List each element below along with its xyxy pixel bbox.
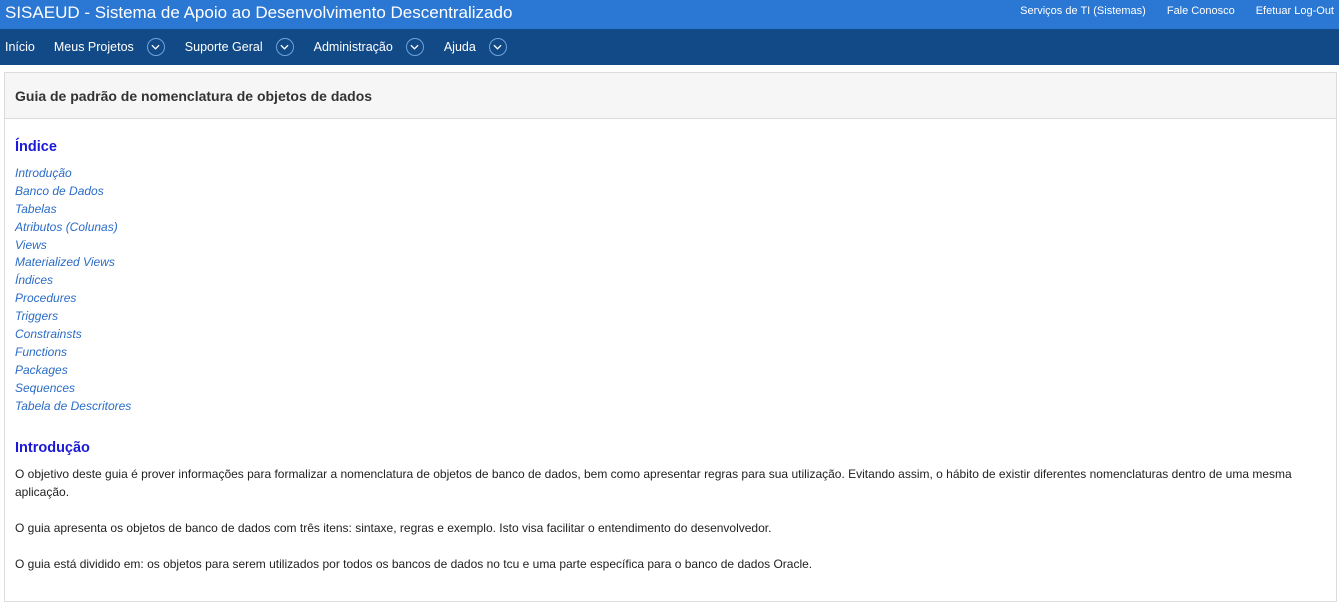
index-link-views[interactable]: Views [15, 238, 47, 252]
intro-paragraph: O guia está dividido em: os objetos para… [15, 557, 813, 572]
list-item: Tabela de Descritores [15, 398, 1336, 416]
index-list: Introdução Banco de Dados Tabelas Atribu… [15, 165, 1336, 415]
list-item: Banco de Dados [15, 183, 1336, 201]
nav-administracao[interactable]: Administração [314, 38, 424, 56]
link-fale-conosco[interactable]: Fale Conosco [1167, 5, 1235, 17]
list-item: Views [15, 237, 1336, 255]
nav-ajuda[interactable]: Ajuda [444, 38, 507, 56]
index-link-materialized-views[interactable]: Materialized Views [15, 255, 115, 269]
index-link-introducao[interactable]: Introdução [15, 166, 72, 180]
index-link-tabelas[interactable]: Tabelas [15, 202, 57, 216]
list-item: Materialized Views [15, 254, 1336, 272]
index-link-procedures[interactable]: Procedures [15, 291, 76, 305]
index-link-atributos[interactable]: Atributos (Colunas) [15, 220, 118, 234]
top-links: Serviços de TI (Sistemas) Fale Conosco E… [999, 5, 1334, 17]
intro-heading: Introdução [15, 440, 90, 457]
index-link-packages[interactable]: Packages [15, 363, 68, 377]
list-item: Packages [15, 362, 1336, 380]
list-item: Constrainsts [15, 326, 1336, 344]
chevron-down-icon[interactable] [275, 38, 294, 56]
index-link-banco-de-dados[interactable]: Banco de Dados [15, 184, 104, 198]
intro-paragraph: O objetivo deste guia é prover informaçõ… [15, 467, 1292, 500]
chevron-down-icon[interactable] [146, 38, 165, 56]
index-link-sequences[interactable]: Sequences [15, 381, 75, 395]
nav-label: Suporte Geral [184, 40, 263, 54]
index-link-triggers[interactable]: Triggers [15, 309, 58, 323]
intro-paragraph: O guia apresenta os objetos de banco de … [15, 521, 772, 536]
nav-inicio[interactable]: Início [5, 40, 35, 54]
nav-meus-projetos[interactable]: Meus Projetos [54, 38, 165, 56]
nav-suporte-geral[interactable]: Suporte Geral [185, 38, 294, 56]
list-item: Triggers [15, 308, 1336, 326]
index-link-functions[interactable]: Functions [15, 345, 67, 359]
index-link-indices[interactable]: Índices [15, 273, 53, 287]
list-item: Tabelas [15, 201, 1336, 219]
app-title: SISAEUD - Sistema de Apoio ao Desenvolvi… [5, 3, 513, 22]
list-item: Introdução [15, 165, 1336, 183]
content-panel: Guia de padrão de nomenclatura de objeto… [4, 72, 1337, 602]
list-item: Procedures [15, 290, 1336, 308]
chevron-down-icon[interactable] [405, 38, 424, 56]
list-item: Sequences [15, 380, 1336, 398]
list-item: Functions [15, 344, 1336, 362]
nav-label: Ajuda [443, 40, 476, 54]
nav-label: Meus Projetos [53, 40, 134, 54]
list-item: Índices [15, 272, 1336, 290]
page-title: Guia de padrão de nomenclatura de objeto… [5, 73, 1336, 119]
main-nav: Início Meus Projetos Suporte Geral Admin… [0, 29, 1339, 65]
index-heading: Índice [15, 139, 57, 155]
panel-body: Índice Introdução Banco de Dados Tabelas… [5, 137, 1336, 573]
nav-label: Início [5, 40, 35, 54]
index-link-tabela-descritores[interactable]: Tabela de Descritores [15, 399, 131, 413]
link-logout[interactable]: Efetuar Log-Out [1256, 5, 1334, 17]
top-bar: SISAEUD - Sistema de Apoio ao Desenvolvi… [0, 0, 1339, 29]
chevron-down-icon[interactable] [488, 38, 507, 56]
nav-label: Administração [313, 40, 393, 54]
link-servicos-ti[interactable]: Serviços de TI (Sistemas) [1020, 5, 1146, 17]
list-item: Atributos (Colunas) [15, 219, 1336, 237]
index-link-constraints[interactable]: Constrainsts [15, 327, 82, 341]
